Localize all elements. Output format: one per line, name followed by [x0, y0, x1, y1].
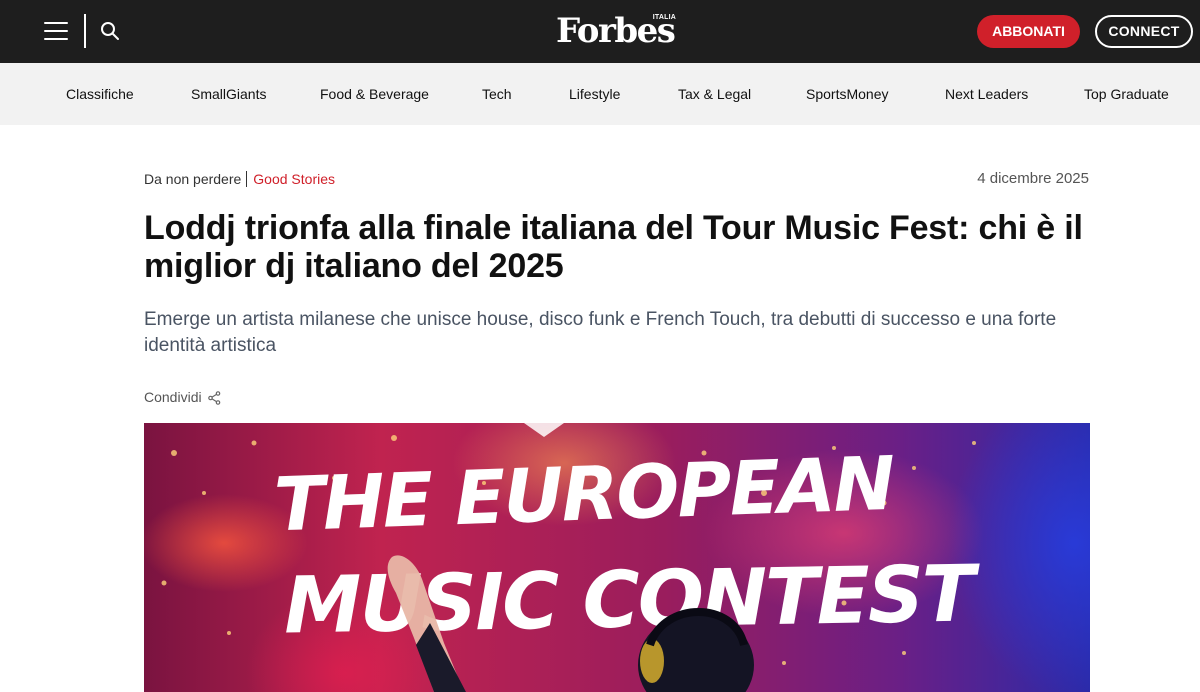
forbes-logo[interactable]: Forbes ITALIA	[556, 10, 680, 52]
connect-button[interactable]: CONNECT	[1095, 15, 1193, 48]
category-nav: Classifiche SmallGiants Food & Beverage …	[0, 63, 1200, 125]
nav-item-food-beverage[interactable]: Food & Beverage	[320, 63, 429, 125]
nav-item-classifiche[interactable]: Classifiche	[66, 63, 134, 125]
logo-edition: ITALIA	[652, 14, 676, 21]
nav-item-sportsmoney[interactable]: SportsMoney	[806, 63, 888, 125]
hero-image: THE EUROPEAN MUSIC CONTEST	[144, 423, 1090, 692]
article-headline: Loddj trionfa alla finale italiana del T…	[144, 209, 1083, 285]
top-bar: Forbes ITALIA ABBONATI CONNECT	[0, 0, 1200, 63]
share-button[interactable]: Condividi	[144, 389, 221, 405]
hero-text-line1: THE EUROPEAN	[273, 441, 896, 549]
subscribe-button[interactable]: ABBONATI	[977, 15, 1080, 48]
nav-item-lifestyle[interactable]: Lifestyle	[569, 63, 620, 125]
meta-divider	[246, 171, 248, 187]
hero-scene: THE EUROPEAN MUSIC CONTEST	[161, 423, 982, 692]
nav-item-smallgiants[interactable]: SmallGiants	[191, 63, 266, 125]
share-label: Condividi	[144, 389, 202, 405]
top-bar-divider	[84, 14, 86, 48]
article-meta: Da non perdere Good Stories	[144, 171, 335, 187]
hamburger-line	[44, 38, 68, 40]
hamburger-line	[44, 30, 68, 32]
nav-item-tech[interactable]: Tech	[482, 63, 512, 125]
article-date: 4 dicembre 2025	[977, 170, 1089, 187]
nav-item-top-graduate[interactable]: Top Graduate	[1084, 63, 1169, 125]
nav-item-tax-legal[interactable]: Tax & Legal	[678, 63, 751, 125]
nav-item-next-leaders[interactable]: Next Leaders	[945, 63, 1028, 125]
article-subtitle: Emerge un artista milanese che unisce ho…	[144, 309, 1057, 356]
hamburger-line	[44, 22, 68, 24]
article-category-link[interactable]: Good Stories	[253, 171, 335, 187]
article-kicker: Da non perdere	[144, 171, 242, 187]
search-icon[interactable]	[99, 20, 121, 42]
hamburger-icon[interactable]	[44, 20, 68, 42]
share-icon	[208, 391, 221, 405]
